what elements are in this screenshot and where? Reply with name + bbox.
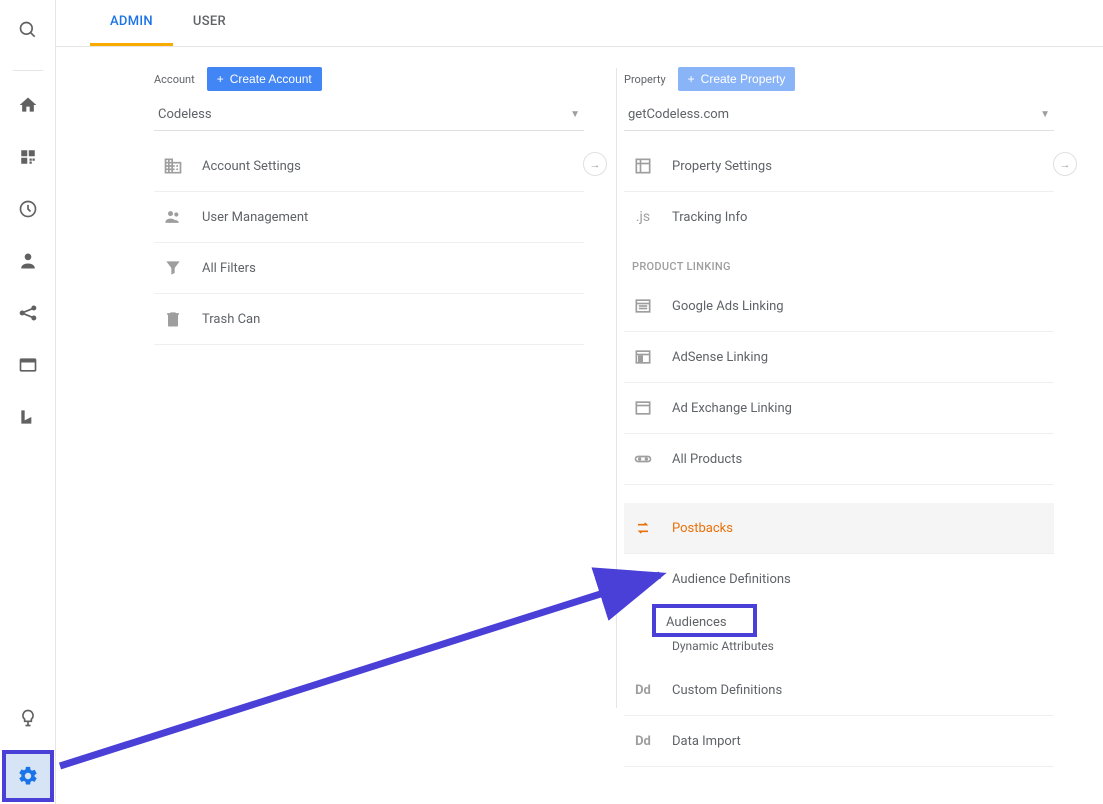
search-icon[interactable] bbox=[16, 18, 40, 42]
behavior-icon[interactable] bbox=[16, 353, 40, 377]
account-settings-label: Account Settings bbox=[202, 159, 301, 174]
exchange-icon bbox=[632, 397, 654, 419]
main-content: ADMIN USER Account + Create Account Code… bbox=[56, 0, 1103, 804]
item-audience-definitions[interactable]: Audience Definitions bbox=[624, 554, 1054, 604]
all-filters-label: All Filters bbox=[202, 261, 256, 276]
item-data-import[interactable]: Dd Data Import bbox=[624, 716, 1054, 767]
create-property-text: Create Property bbox=[701, 72, 786, 86]
item-ad-exchange-linking[interactable]: Ad Exchange Linking bbox=[624, 383, 1054, 434]
tracking-info-label: Tracking Info bbox=[672, 210, 747, 225]
item-google-ads-linking[interactable]: Google Ads Linking bbox=[624, 281, 1054, 332]
data-import-label: Data Import bbox=[672, 734, 741, 749]
item-trash-can[interactable]: Trash Can bbox=[154, 294, 584, 345]
audience-icon[interactable] bbox=[16, 249, 40, 273]
group-icon bbox=[162, 206, 184, 228]
item-tracking-info[interactable]: .js Tracking Info bbox=[624, 192, 1054, 242]
postbacks-icon bbox=[632, 517, 654, 539]
create-property-button[interactable]: + Create Property bbox=[678, 67, 796, 91]
chevron-down-icon: ▼ bbox=[1040, 109, 1050, 120]
dynamic-attributes-label: Dynamic Attributes bbox=[672, 639, 774, 653]
filter-icon bbox=[162, 257, 184, 279]
item-audiences[interactable]: Audiences bbox=[652, 604, 757, 637]
account-items: Account Settings User Management All Fil… bbox=[154, 141, 584, 345]
adsense-icon bbox=[632, 346, 654, 368]
left-sidebar bbox=[0, 0, 56, 804]
trash-can-label: Trash Can bbox=[202, 312, 260, 327]
trash-icon bbox=[162, 308, 184, 330]
account-column: Account + Create Account Codeless ▼ Acco… bbox=[154, 67, 584, 767]
tab-admin[interactable]: ADMIN bbox=[90, 0, 173, 46]
property-selector[interactable]: getCodeless.com ▼ bbox=[624, 99, 1054, 131]
item-account-settings[interactable]: Account Settings bbox=[154, 141, 584, 192]
account-label: Account bbox=[154, 73, 195, 86]
conversions-icon[interactable] bbox=[16, 405, 40, 429]
chevron-down-icon: ▼ bbox=[570, 109, 580, 120]
tab-user[interactable]: USER bbox=[173, 0, 246, 46]
product-linking-heading: PRODUCT LINKING bbox=[624, 242, 1054, 281]
home-icon[interactable] bbox=[16, 93, 40, 117]
ads-icon bbox=[632, 295, 654, 317]
acquisition-icon[interactable] bbox=[16, 301, 40, 325]
item-custom-definitions[interactable]: Dd Custom Definitions bbox=[624, 665, 1054, 716]
item-all-filters[interactable]: All Filters bbox=[154, 243, 584, 294]
discover-icon[interactable] bbox=[16, 706, 40, 730]
create-account-text: Create Account bbox=[230, 72, 312, 86]
tabs-bar: ADMIN USER bbox=[56, 0, 1103, 47]
custom-definitions-label: Custom Definitions bbox=[672, 683, 782, 698]
admin-gear-button[interactable] bbox=[0, 748, 56, 804]
collapse-property-button[interactable]: → bbox=[1053, 152, 1077, 176]
item-all-products[interactable]: All Products bbox=[624, 434, 1054, 485]
audiences-label: Audiences bbox=[666, 615, 727, 630]
customization-icon[interactable] bbox=[16, 145, 40, 169]
column-divider bbox=[616, 68, 617, 708]
link-icon bbox=[632, 448, 654, 470]
plus-icon: + bbox=[217, 72, 224, 86]
property-settings-label: Property Settings bbox=[672, 159, 772, 174]
audience-def-icon bbox=[632, 568, 654, 590]
create-account-button[interactable]: + Create Account bbox=[207, 67, 322, 91]
property-column: Property + Create Property getCodeless.c… bbox=[624, 67, 1054, 767]
property-selected-name: getCodeless.com bbox=[628, 107, 729, 122]
account-selector[interactable]: Codeless ▼ bbox=[154, 99, 584, 131]
gear-icon bbox=[16, 764, 40, 788]
account-selected-name: Codeless bbox=[158, 107, 212, 122]
settings-box-icon bbox=[632, 155, 654, 177]
item-dynamic-attributes[interactable]: Dynamic Attributes bbox=[624, 637, 1054, 659]
dd-icon: Dd bbox=[632, 679, 654, 701]
realtime-icon[interactable] bbox=[16, 197, 40, 221]
user-management-label: User Management bbox=[202, 210, 308, 225]
audience-def-label: Audience Definitions bbox=[672, 572, 791, 587]
plus-icon: + bbox=[688, 72, 695, 86]
postbacks-label: Postbacks bbox=[672, 521, 733, 536]
business-icon bbox=[162, 155, 184, 177]
collapse-account-button[interactable]: → bbox=[583, 152, 607, 176]
js-icon: .js bbox=[632, 206, 654, 228]
item-adsense-linking[interactable]: AdSense Linking bbox=[624, 332, 1054, 383]
ad-exchange-label: Ad Exchange Linking bbox=[672, 401, 792, 416]
adsense-label: AdSense Linking bbox=[672, 350, 768, 365]
item-property-settings[interactable]: Property Settings bbox=[624, 141, 1054, 192]
property-label: Property bbox=[624, 73, 666, 86]
audience-sub-items: Audiences Dynamic Attributes bbox=[624, 604, 1054, 665]
google-ads-label: Google Ads Linking bbox=[672, 299, 784, 314]
item-postbacks[interactable]: Postbacks bbox=[624, 503, 1054, 554]
dd-icon: Dd bbox=[632, 730, 654, 752]
property-items: Property Settings .js Tracking Info PROD… bbox=[624, 141, 1054, 767]
all-products-label: All Products bbox=[672, 452, 742, 467]
item-user-management[interactable]: User Management bbox=[154, 192, 584, 243]
